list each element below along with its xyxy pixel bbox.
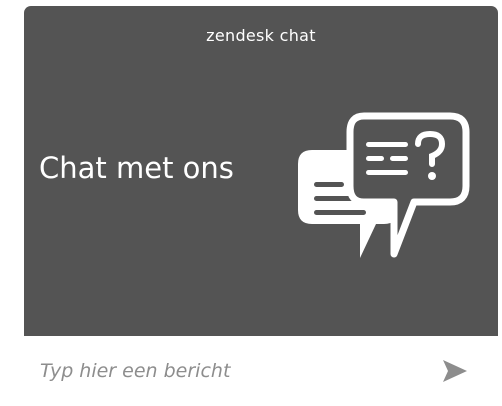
brand-label: zendesk chat [206,26,316,45]
message-input[interactable] [40,354,420,388]
chat-header-panel: zendesk chat Chat met ons [24,6,498,336]
chat-widget: zendesk chat Chat met ons [24,6,498,406]
send-arrow-icon[interactable] [440,356,470,386]
message-composer [24,336,498,406]
chat-bubbles-question-icon [298,112,470,258]
chat-headline: Chat met ons [39,151,234,185]
